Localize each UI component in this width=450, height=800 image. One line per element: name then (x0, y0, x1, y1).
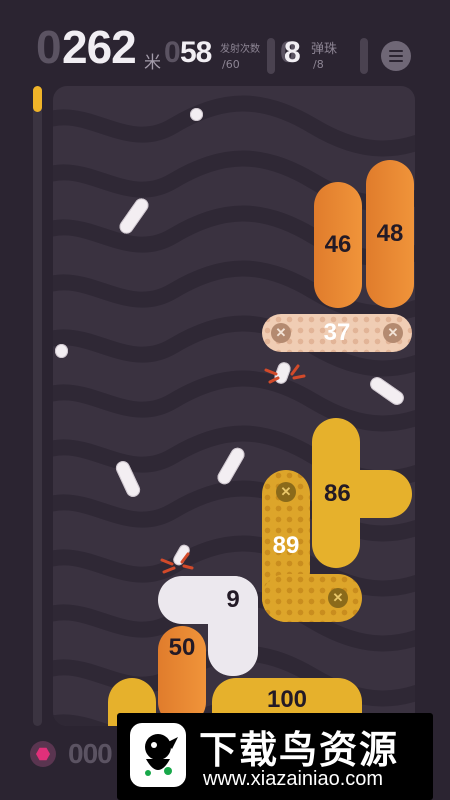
block-37-label: 37 (323, 319, 351, 346)
block-50-label: 50 (168, 634, 196, 661)
close-icon: ✕ (271, 323, 291, 343)
progress-track (33, 86, 42, 726)
block-37: ✕ 37 ✕ (262, 314, 412, 352)
hud-bar: 0 262 米 0 58 发射次数 /60 0 8 弹珠 /8 (0, 0, 450, 82)
balls-value: 8 (284, 36, 301, 69)
distance-unit: 米 (144, 53, 161, 73)
bottom-counter: 000 (68, 738, 113, 769)
hud-divider-right (360, 38, 368, 74)
block-48-label: 48 (376, 220, 404, 247)
shots-total: /60 (222, 58, 240, 71)
block-50: 50 (158, 626, 206, 726)
shots-lead-digit: 0 (164, 36, 181, 69)
progress-fill (33, 86, 42, 112)
balls-total: /8 (313, 58, 324, 71)
watermark-url: www.xiazainiao.com (203, 768, 384, 790)
hud-divider (267, 38, 275, 74)
close-icon: ✕ (328, 588, 348, 608)
block-9-label: 9 (226, 586, 240, 613)
menu-line (389, 55, 403, 57)
close-icon: ✕ (276, 482, 296, 502)
ball (190, 108, 203, 121)
ball (55, 344, 68, 358)
bird-logo-icon (130, 723, 186, 787)
block-89-arm: ✕ (262, 574, 362, 622)
block-9-arm: 9 (208, 576, 258, 676)
hamburger-menu-icon[interactable] (381, 41, 411, 71)
shots-value: 58 (180, 36, 212, 69)
hexagon-shape (36, 747, 50, 761)
menu-line (389, 50, 403, 52)
block-100-label: 100 (266, 686, 308, 713)
distance-lead-digit: 0 (36, 21, 62, 73)
block-46: 46 (314, 182, 362, 308)
shots-label: 发射次数 (220, 44, 260, 55)
close-icon: ✕ (383, 323, 403, 343)
distance-value: 262 (62, 21, 137, 73)
watermark: 下载鸟资源 www.xiazainiao.com (117, 713, 433, 800)
watermark-title: 下载鸟资源 (199, 728, 400, 772)
balls-label: 弹珠 (311, 42, 338, 57)
block-89-label: 89 (272, 532, 300, 559)
block-48: 48 (366, 160, 414, 308)
impact-spark (160, 552, 194, 574)
block-86-arm: 86 (312, 470, 412, 518)
block-46-label: 46 (324, 231, 352, 258)
impact-spark (264, 364, 306, 384)
menu-line (389, 60, 403, 62)
block-86-label: 86 (324, 480, 351, 507)
hexagon-icon[interactable] (30, 741, 56, 767)
